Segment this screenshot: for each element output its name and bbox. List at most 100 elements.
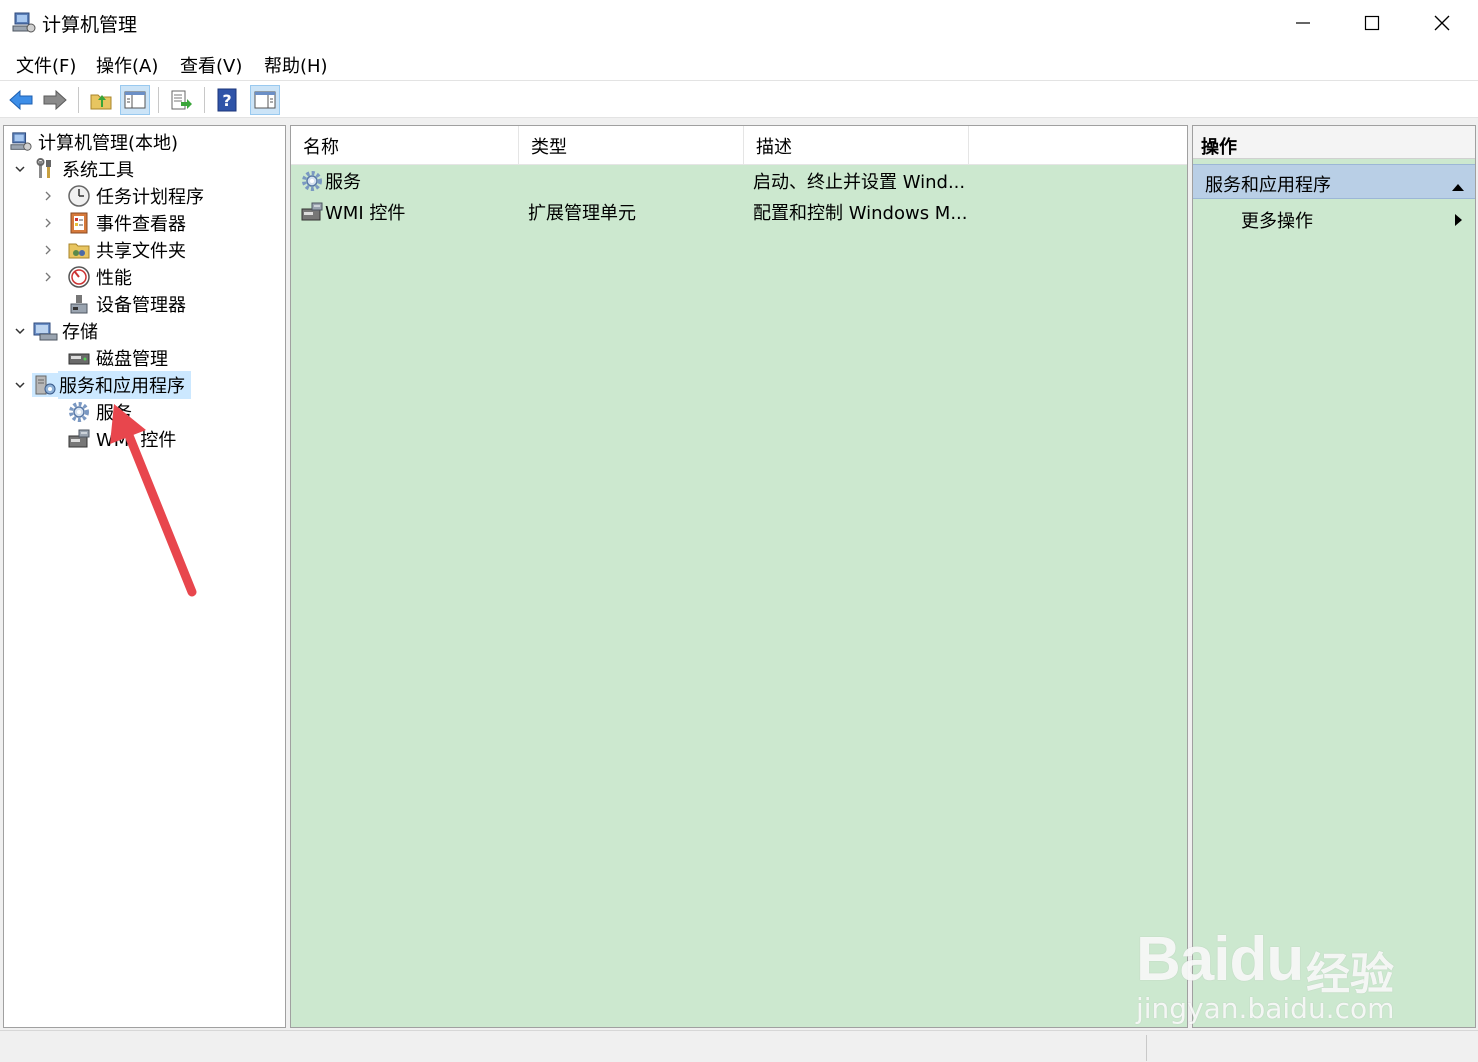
tree-item-label: 共享文件夹	[96, 240, 186, 262]
actions-title: 操作	[1193, 126, 1475, 159]
minimize-icon	[1296, 22, 1310, 24]
storage-icon	[32, 319, 58, 343]
actions-section-label: 服务和应用程序	[1205, 175, 1331, 196]
tree-item-event-viewer[interactable]: 事件查看器	[40, 209, 186, 236]
tree-item-shared-folders[interactable]: 共享文件夹	[40, 236, 186, 263]
chevron-down-icon[interactable]	[12, 323, 28, 339]
list-row-wmi-control[interactable]: WMI 控件 扩展管理单元 配置和控制 Windows M...	[291, 196, 1187, 227]
actions-item-label: 更多操作	[1241, 211, 1313, 232]
up-folder-button[interactable]	[86, 85, 116, 115]
list-cell-name-text: 服务	[325, 171, 361, 193]
back-button[interactable]	[6, 85, 36, 115]
help-icon: ?	[217, 88, 237, 112]
system-tools-icon	[32, 157, 58, 181]
menu-help[interactable]: 帮助(H)	[264, 52, 328, 78]
services-gear-icon	[66, 400, 92, 424]
tree-item-label: 性能	[96, 267, 132, 289]
list-cell-name: 服务	[299, 165, 361, 196]
help-button[interactable]: ?	[212, 85, 242, 115]
menu-action[interactable]: 操作(A)	[96, 52, 158, 78]
tree-item-label: 存储	[62, 321, 98, 343]
tree-item-label: 任务计划程序	[96, 186, 204, 208]
maximize-icon	[1364, 15, 1380, 31]
toolbar-separator	[158, 87, 159, 113]
toolbar-separator	[78, 87, 79, 113]
tree-item-label: 服务	[96, 402, 132, 424]
tree-item-services[interactable]: 服务	[66, 398, 132, 425]
tree-item-label: WMI 控件	[96, 429, 177, 451]
actions-pane: 操作 服务和应用程序 更多操作	[1192, 125, 1476, 1028]
forward-icon	[43, 89, 67, 111]
minimize-button[interactable]	[1268, 0, 1338, 46]
task-scheduler-icon	[66, 184, 92, 208]
list-cell-description: 启动、终止并设置 Wind...	[753, 171, 966, 193]
export-list-button[interactable]	[166, 85, 196, 115]
shared-folders-icon	[66, 238, 92, 262]
tree-item-task-scheduler[interactable]: 任务计划程序	[40, 182, 204, 209]
column-header-type[interactable]: 类型	[519, 126, 744, 165]
chevron-down-icon[interactable]	[12, 377, 28, 393]
show-console-tree-button[interactable]	[120, 85, 150, 115]
back-icon	[9, 89, 33, 111]
chevron-right-icon[interactable]	[40, 188, 56, 204]
computer-management-icon	[12, 11, 36, 35]
services-gear-icon	[299, 168, 325, 194]
up-folder-icon	[90, 94, 112, 110]
status-separator	[1146, 1035, 1147, 1061]
show-action-pane-icon	[254, 91, 276, 109]
collapse-up-icon[interactable]	[1451, 176, 1465, 197]
list-row-services[interactable]: 服务 启动、终止并设置 Wind...	[291, 165, 1187, 196]
performance-icon	[66, 265, 92, 289]
tree-item-wmi-control[interactable]: WMI 控件	[66, 425, 176, 452]
tree-item-label: 计算机管理(本地)	[38, 132, 179, 154]
show-action-pane-button[interactable]	[250, 85, 280, 115]
column-header-description[interactable]: 描述	[744, 126, 969, 165]
result-list: 名称 类型 描述 服务 启动、终止并设置 Wind... WMI 控件 扩展管理…	[290, 125, 1188, 1028]
tree-item-services-and-applications[interactable]: 服务和应用程序	[12, 370, 191, 399]
computer-management-icon	[8, 130, 34, 154]
tree-item-storage[interactable]: 存储	[12, 317, 98, 344]
export-list-icon	[171, 90, 192, 110]
tree-item-performance[interactable]: 性能	[40, 263, 132, 290]
status-bar	[0, 1030, 1478, 1062]
services-applications-icon	[32, 372, 58, 397]
actions-item-more-actions[interactable]: 更多操作	[1193, 202, 1475, 236]
window-title: 计算机管理	[42, 14, 138, 36]
chevron-right-icon[interactable]	[40, 215, 56, 231]
column-header-name[interactable]: 名称	[291, 126, 519, 165]
menu-bar: 文件(F) 操作(A) 查看(V) 帮助(H)	[0, 46, 1478, 80]
chevron-down-icon[interactable]	[12, 161, 28, 177]
list-cell-name-text: WMI 控件	[325, 202, 406, 224]
close-button[interactable]	[1407, 0, 1477, 46]
maximize-button[interactable]	[1337, 0, 1407, 46]
wmi-control-icon	[66, 427, 92, 451]
close-icon	[1434, 15, 1450, 31]
device-manager-icon	[66, 292, 92, 316]
list-cell-description: 配置和控制 Windows M...	[753, 202, 968, 224]
tree-item-device-manager[interactable]: 设备管理器	[66, 290, 186, 317]
show-console-tree-icon	[124, 91, 146, 109]
tree-item-label: 服务和应用程序	[58, 370, 191, 399]
tree-item-system-tools[interactable]: 系统工具	[12, 155, 134, 182]
chevron-right-icon[interactable]	[40, 269, 56, 285]
tree-item-computer-management[interactable]: 计算机管理(本地)	[8, 128, 178, 155]
tree-item-label: 系统工具	[62, 159, 134, 181]
tree-item-disk-management[interactable]: 磁盘管理	[66, 344, 168, 371]
toolbar-separator	[204, 87, 205, 113]
menu-file[interactable]: 文件(F)	[16, 52, 76, 78]
submenu-arrow-icon	[1453, 211, 1463, 232]
tree-item-label: 磁盘管理	[96, 348, 168, 370]
toolbar: ?	[0, 80, 1478, 118]
list-cell-type: 扩展管理单元	[528, 202, 636, 224]
chevron-right-icon[interactable]	[40, 242, 56, 258]
menu-view[interactable]: 查看(V)	[180, 52, 242, 78]
wmi-control-icon	[299, 199, 325, 225]
disk-management-icon	[66, 346, 92, 370]
actions-section-services-and-applications[interactable]: 服务和应用程序	[1193, 164, 1475, 199]
list-cell-name: WMI 控件	[299, 196, 405, 227]
tree-item-label: 事件查看器	[96, 213, 186, 235]
svg-text:?: ?	[222, 91, 231, 110]
console-tree: 计算机管理(本地) 系统工具 任务计划程序 事件查看器 共享文件夹 性能 设备管…	[3, 125, 286, 1028]
title-bar: 计算机管理	[0, 0, 1478, 46]
forward-button[interactable]	[40, 85, 70, 115]
